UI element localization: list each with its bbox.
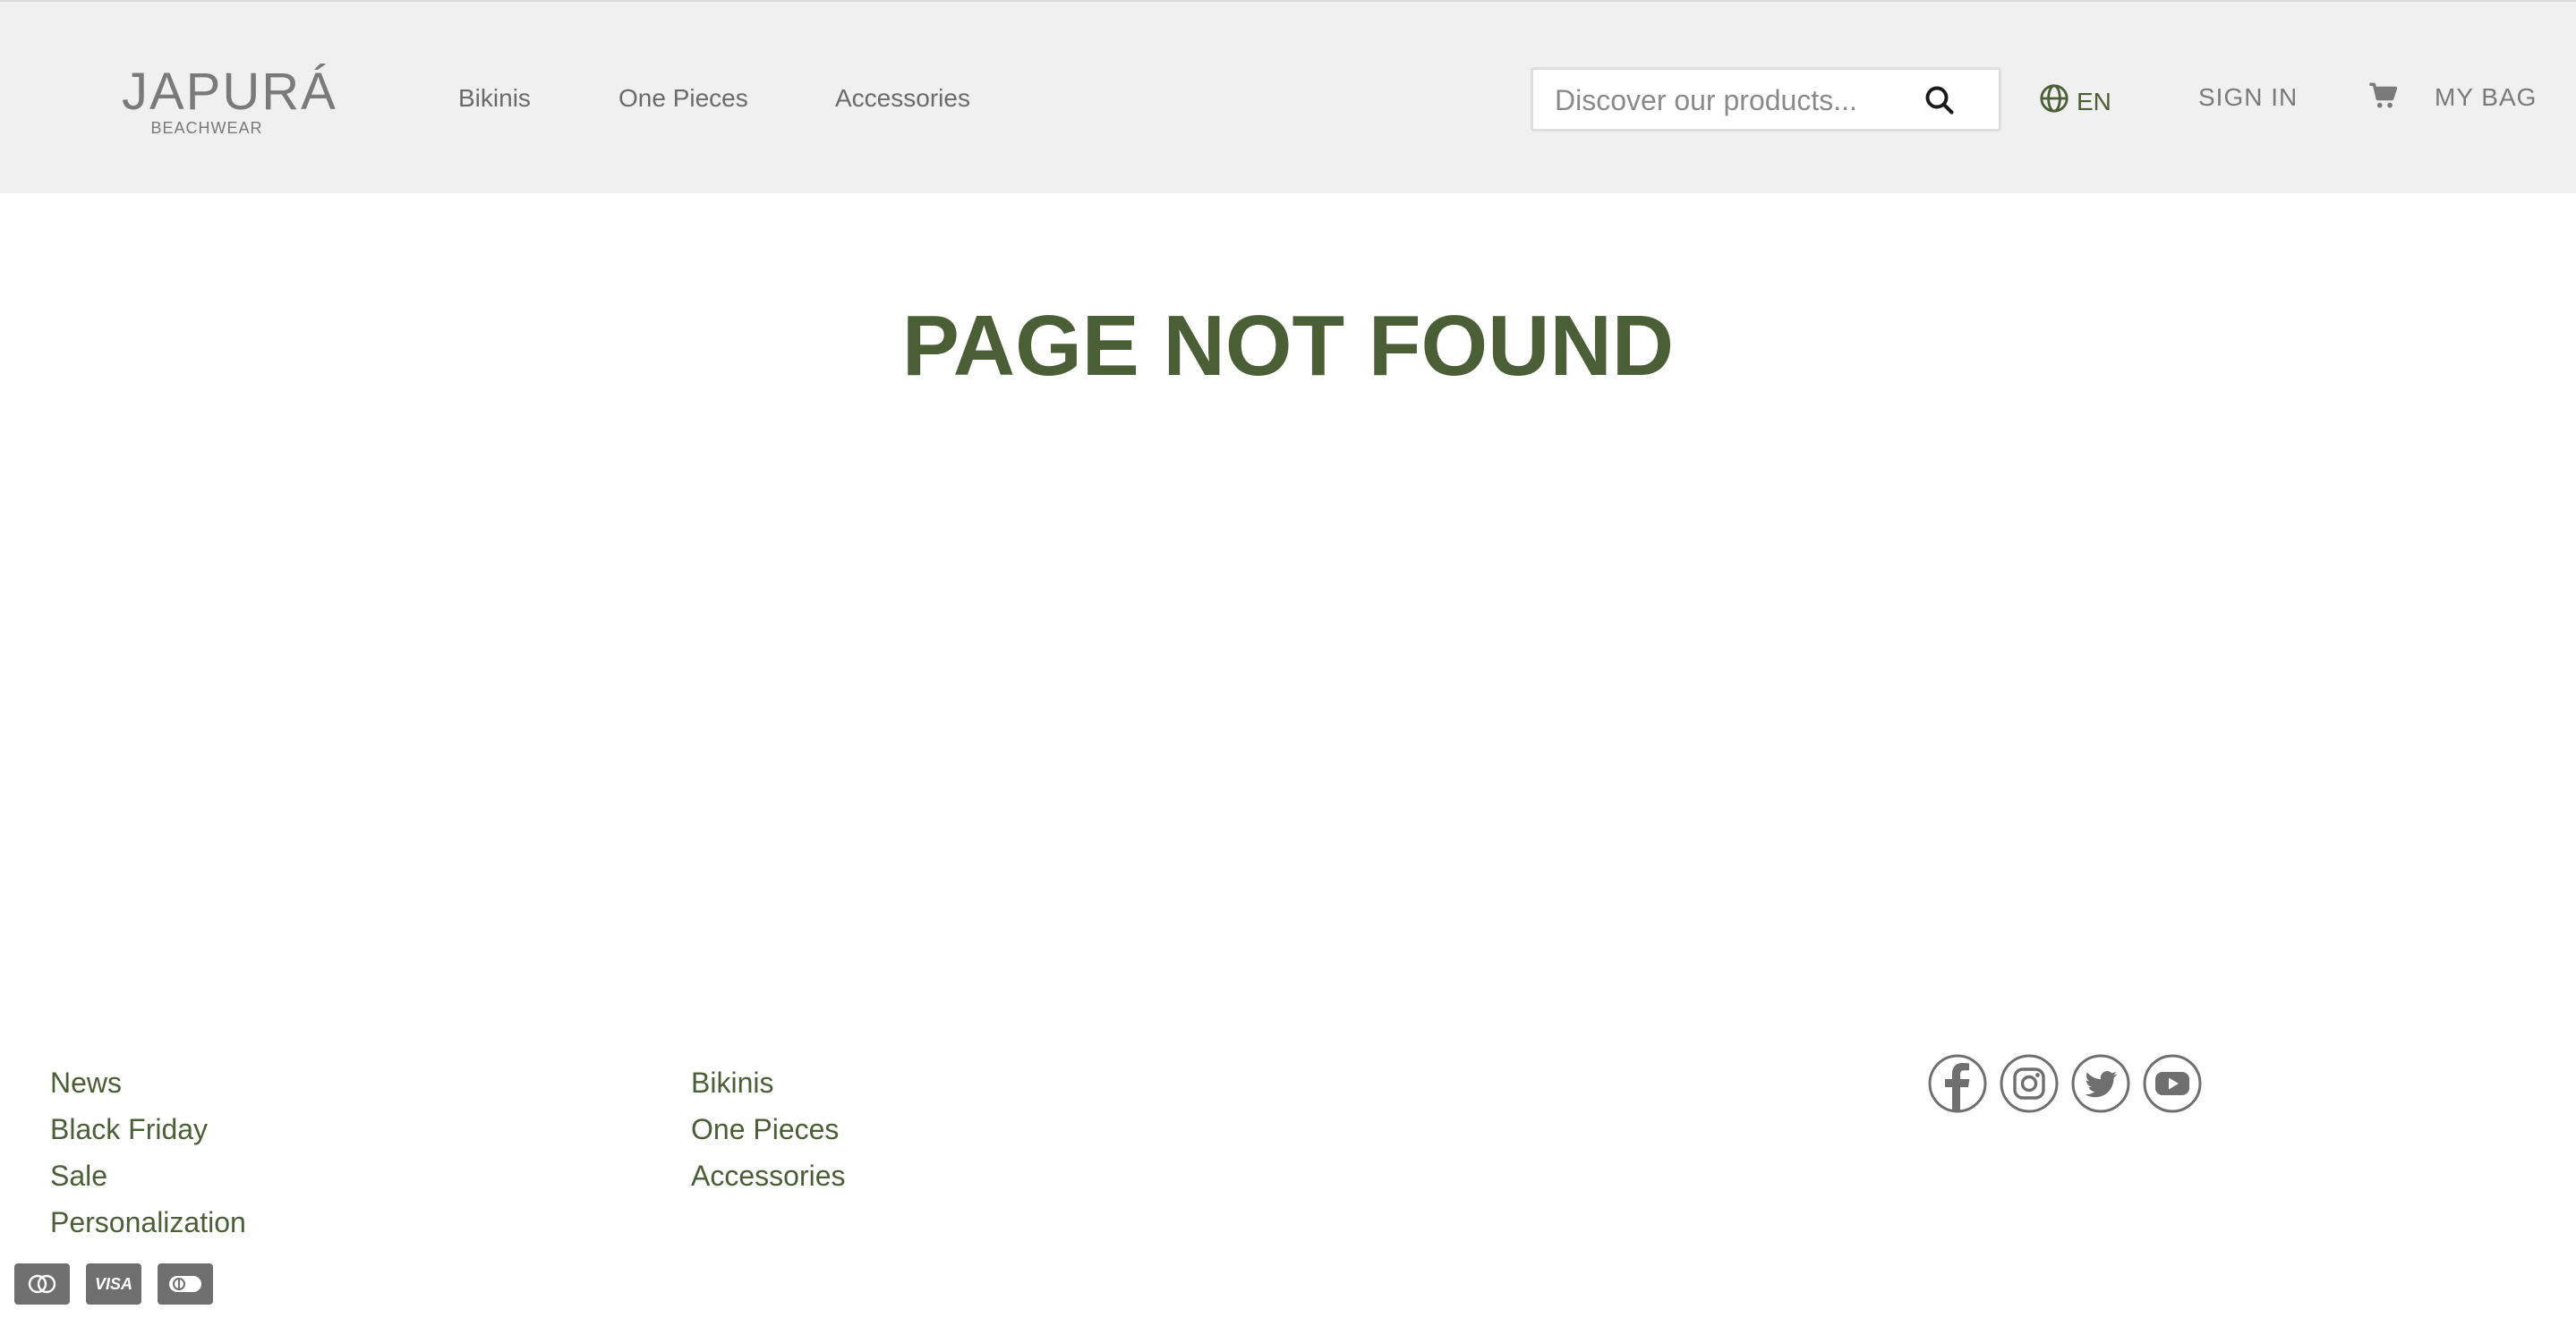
footer-link-accessories[interactable]: Accessories <box>691 1152 846 1199</box>
page-title: PAGE NOT FOUND <box>901 298 1675 394</box>
footer-column-2: Bikinis One Pieces Accessories <box>691 1059 846 1199</box>
footer-column-1: News Black Friday Sale Personalization <box>50 1059 246 1246</box>
logo-name: JAPURÁ <box>122 63 337 121</box>
my-bag-link[interactable]: MY BAG <box>2435 83 2537 112</box>
cart-icon[interactable] <box>2368 81 2399 111</box>
diners-icon <box>158 1263 213 1305</box>
language-label: EN <box>2077 87 2111 115</box>
youtube-icon[interactable] <box>2143 1054 2202 1113</box>
search-icon[interactable] <box>1923 84 1956 116</box>
site-header: JAPURÁ BEACHWEAR Bikinis One Pieces Acce… <box>0 0 2576 193</box>
footer-link-bikinis[interactable]: Bikinis <box>691 1059 846 1106</box>
nav-bikinis[interactable]: Bikinis <box>458 84 531 113</box>
language-selector[interactable]: EN <box>2039 83 2111 120</box>
nav-accessories[interactable]: Accessories <box>835 84 970 113</box>
globe-icon <box>2039 83 2069 120</box>
visa-icon: VISA <box>86 1263 141 1305</box>
mastercard-icon <box>14 1263 70 1305</box>
footer-link-news[interactable]: News <box>50 1059 246 1106</box>
sign-in-link[interactable]: SIGN IN <box>2198 83 2298 112</box>
visa-label: VISA <box>94 1274 132 1293</box>
instagram-icon[interactable] <box>2000 1054 2059 1113</box>
footer-link-one-pieces[interactable]: One Pieces <box>691 1106 846 1152</box>
facebook-icon[interactable] <box>1928 1054 1987 1113</box>
search-box <box>1531 67 2001 132</box>
payment-methods: VISA <box>14 1263 213 1305</box>
logo-tagline: BEACHWEAR <box>150 119 263 137</box>
footer-link-personalization[interactable]: Personalization <box>50 1199 246 1246</box>
search-input[interactable] <box>1553 79 1915 122</box>
brand-logo[interactable]: JAPURÁ BEACHWEAR <box>122 63 337 138</box>
social-links <box>1928 1054 2202 1113</box>
footer-link-black-friday[interactable]: Black Friday <box>50 1106 246 1152</box>
twitter-icon[interactable] <box>2071 1054 2130 1113</box>
footer-link-sale[interactable]: Sale <box>50 1152 246 1199</box>
nav-one-pieces[interactable]: One Pieces <box>618 84 748 113</box>
